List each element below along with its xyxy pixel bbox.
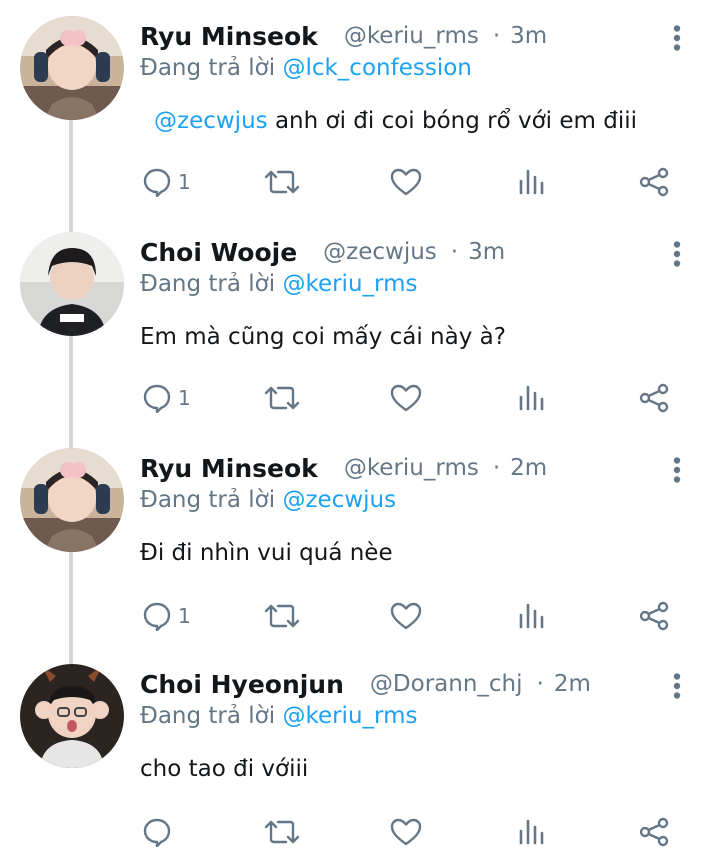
retweet-button[interactable] [264, 596, 300, 636]
tweet-text-content: anh ơi đi coi bóng rổ với em điii [274, 108, 638, 134]
analytics-icon [519, 169, 544, 195]
reply-to-mention[interactable]: @lck_confession [282, 55, 471, 81]
share-button[interactable] [639, 162, 671, 202]
display-name[interactable]: Ryu Minseok [140, 22, 318, 51]
separator-dot: · [450, 239, 459, 265]
heart-icon [390, 602, 422, 630]
reply-prefix: Đang trả lời [140, 703, 276, 729]
separator-dot: · [492, 455, 501, 481]
retweet-icon [264, 170, 300, 194]
more-options-icon[interactable] [662, 20, 692, 56]
display-name[interactable]: Ryu Minseok [140, 454, 318, 483]
text-mention[interactable]: @zecwjus [154, 108, 268, 134]
avatar[interactable] [20, 664, 124, 768]
reply-context: Đang trả lời @lck_confession [140, 55, 472, 81]
separator-dot: · [536, 671, 544, 697]
reply-context: Đang trả lời @zecwjus [140, 487, 396, 513]
timestamp[interactable]: 2m [554, 671, 591, 697]
avatar[interactable] [20, 16, 124, 120]
reply-button[interactable]: 1 [142, 378, 191, 418]
reply-prefix: Đang trả lời [140, 271, 276, 297]
share-button[interactable] [639, 596, 671, 636]
display-name[interactable]: Choi Wooje [140, 238, 297, 267]
retweet-button[interactable] [264, 162, 300, 202]
display-name[interactable]: Choi Hyeonjun [140, 670, 344, 699]
tweet-text: Em mà cũng coi mấy cái này à? [140, 324, 506, 350]
tweet-actions: 1 [0, 162, 719, 202]
more-options-icon[interactable] [662, 668, 692, 704]
retweet-icon [264, 820, 300, 844]
share-icon [639, 817, 669, 847]
analytics-icon [519, 385, 544, 411]
tweet-actions: 1 [0, 378, 719, 418]
reply-count: 1 [178, 386, 191, 410]
separator-dot: · [492, 23, 501, 49]
tweet-actions [0, 812, 719, 852]
reply-button[interactable] [142, 812, 178, 852]
timestamp[interactable]: 3m [510, 23, 547, 49]
reply-to-mention[interactable]: @zecwjus [282, 487, 396, 513]
reply-button[interactable]: 1 [142, 596, 191, 636]
tweet-text: cho tao đi vớiii [140, 756, 308, 782]
retweet-button[interactable] [264, 812, 300, 852]
share-icon [639, 383, 669, 413]
username[interactable]: @keriu_rms [344, 23, 479, 49]
timestamp[interactable]: 3m [468, 239, 505, 265]
tweet-text-content: Em mà cũng coi mấy cái này à? [140, 324, 506, 350]
analytics-icon [519, 603, 544, 629]
tweet-text-content: cho tao đi vớiii [140, 756, 309, 782]
reply-context: Đang trả lời @keriu_rms [140, 271, 417, 297]
timestamp[interactable]: 2m [510, 455, 547, 481]
analytics-button[interactable] [517, 162, 545, 202]
heart-icon [390, 168, 422, 196]
more-options-icon[interactable] [662, 452, 692, 488]
like-button[interactable] [390, 812, 422, 852]
tweet[interactable]: Choi Hyeonjun @Dorann_chj · 2m Đang trả … [0, 648, 719, 864]
share-icon [639, 167, 669, 197]
reply-prefix: Đang trả lời [140, 55, 276, 81]
tweet[interactable]: Choi Wooje @zecwjus · 3m Đang trả lời @k… [0, 216, 719, 432]
username[interactable]: @keriu_rms [344, 455, 479, 481]
reply-to-mention[interactable]: @keriu_rms [282, 271, 417, 297]
retweet-icon [264, 386, 300, 410]
reply-context: Đang trả lời @keriu_rms [140, 703, 417, 729]
retweet-icon [264, 604, 300, 628]
heart-icon [390, 384, 422, 412]
analytics-button[interactable] [517, 812, 545, 852]
reply-icon [143, 384, 171, 413]
reply-count: 1 [178, 170, 191, 194]
reply-icon [143, 168, 171, 197]
reply-to-mention[interactable]: @keriu_rms [282, 703, 417, 729]
share-button[interactable] [639, 812, 671, 852]
avatar[interactable] [20, 232, 124, 336]
share-icon [639, 601, 669, 631]
username[interactable]: @zecwjus [323, 239, 437, 265]
more-options-icon[interactable] [662, 236, 692, 272]
tweet-text: @zecwjus anh ơi đi coi bóng rổ với em đi… [154, 108, 637, 134]
tweet-text-content: Đi đi nhìn vui quá nèe [140, 540, 393, 566]
reply-icon [143, 602, 171, 631]
tweet-text: Đi đi nhìn vui quá nèe [140, 540, 393, 566]
reply-count: 1 [178, 604, 191, 628]
analytics-icon [519, 819, 544, 845]
avatar[interactable] [20, 448, 124, 552]
username[interactable]: @Dorann_chj [370, 671, 523, 697]
reply-button[interactable]: 1 [142, 162, 191, 202]
analytics-button[interactable] [517, 378, 545, 418]
like-button[interactable] [390, 162, 422, 202]
retweet-button[interactable] [264, 378, 300, 418]
share-button[interactable] [639, 378, 671, 418]
like-button[interactable] [390, 378, 422, 418]
reply-prefix: Đang trả lời [140, 487, 276, 513]
like-button[interactable] [390, 596, 422, 636]
reply-icon [143, 818, 171, 847]
tweet[interactable]: Ryu Minseok @keriu_rms · 3m Đang trả lời… [0, 0, 719, 216]
tweet[interactable]: Ryu Minseok @keriu_rms · 2m Đang trả lời… [0, 432, 719, 648]
heart-icon [390, 818, 422, 846]
tweet-actions: 1 [0, 596, 719, 636]
analytics-button[interactable] [517, 596, 545, 636]
